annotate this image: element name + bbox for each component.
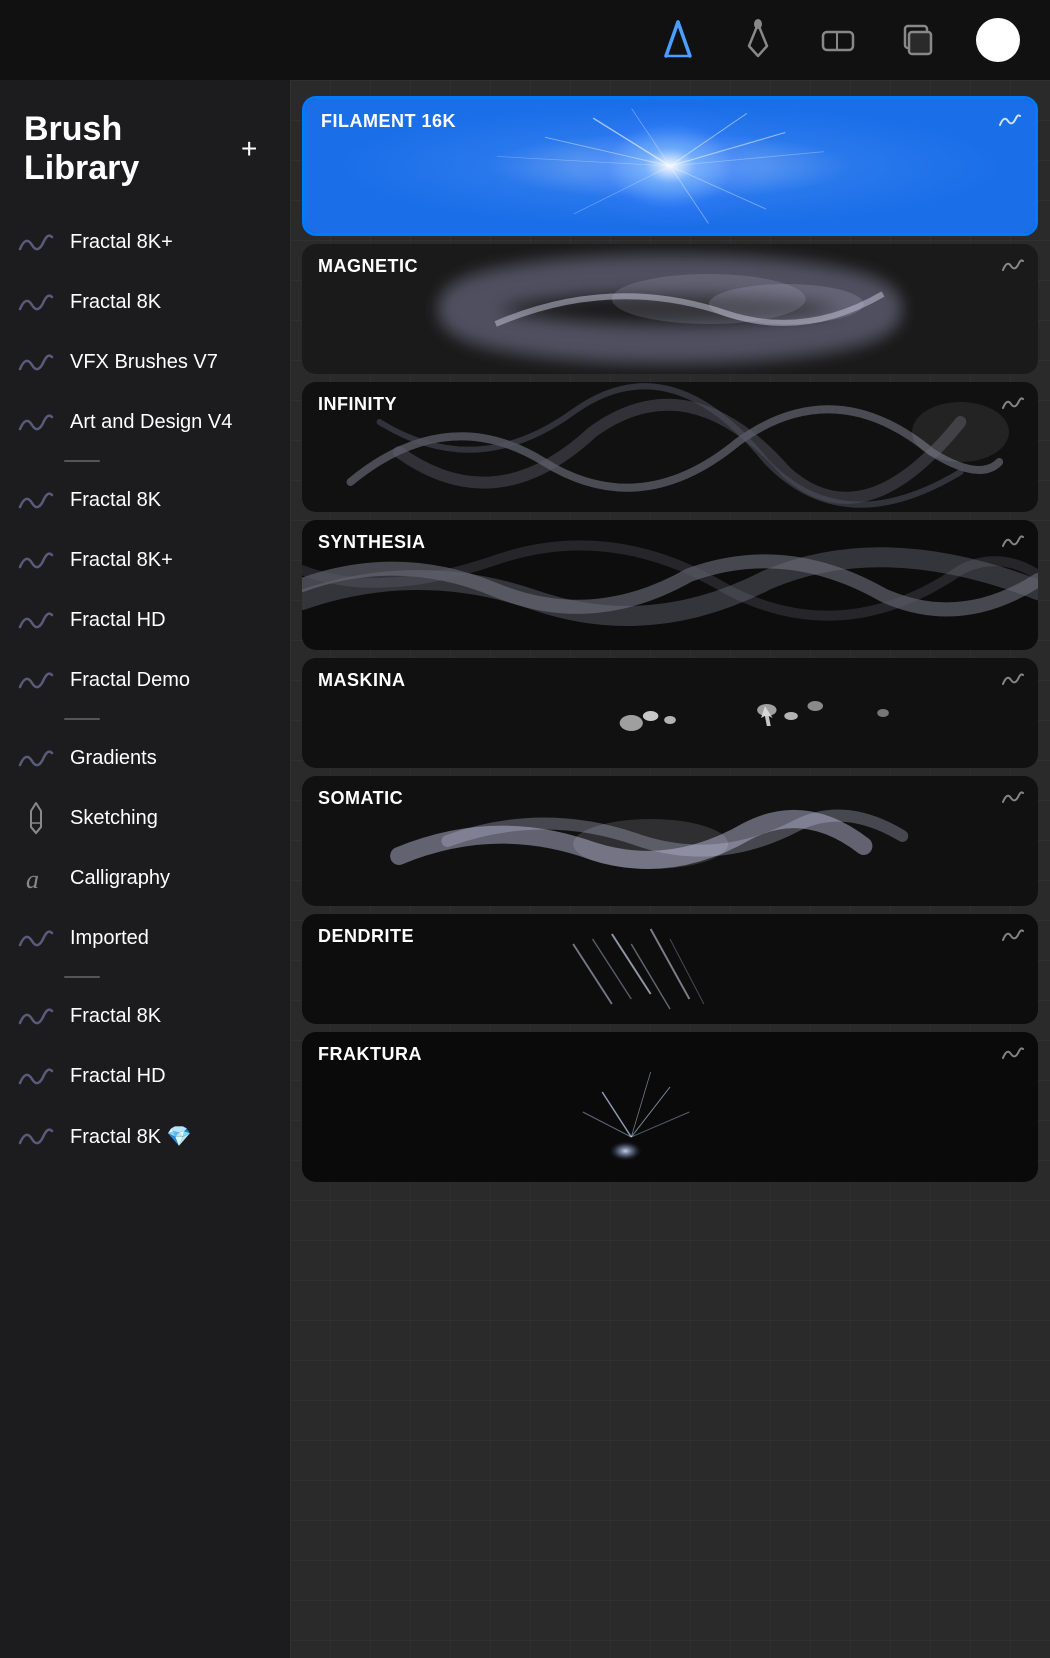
brush-card-icon (1002, 926, 1024, 949)
pencil-tool-icon[interactable] (656, 18, 700, 62)
divider-section-1 (0, 452, 290, 470)
sidebar: Brush Library + Fractal 8K+ Fractal 8K (0, 80, 290, 1658)
sidebar-label: Fractal 8K 💎 (70, 1124, 192, 1149)
brush-wave-icon (16, 480, 56, 520)
toolbar (0, 0, 1050, 80)
sidebar-item-fractal8kplus-2[interactable]: Fractal 8K+ (0, 530, 290, 590)
page-title: Brush Library (24, 110, 232, 188)
sidebar-item-gradients[interactable]: Gradients (0, 728, 290, 788)
eraser-tool-icon[interactable] (816, 18, 860, 62)
brush-name: SYNTHESIA (318, 532, 426, 553)
sidebar-item-fractal-demo[interactable]: Fractal Demo (0, 650, 290, 710)
sidebar-label: Imported (70, 927, 149, 950)
brush-name: INFINITY (318, 394, 397, 415)
divider-section-2 (0, 710, 290, 728)
svg-text:a: a (26, 865, 39, 894)
sidebar-label: Art and Design V4 (70, 411, 232, 434)
sidebar-item-fractal8k-1[interactable]: Fractal 8K (0, 272, 290, 332)
brush-card-synthesia[interactable]: SYNTHESIA (302, 520, 1038, 650)
sidebar-label: Sketching (70, 807, 158, 830)
dash-divider (64, 718, 100, 720)
sidebar-item-fractal-hd-2[interactable]: Fractal HD (0, 1046, 290, 1106)
sidebar-label: Fractal 8K (70, 489, 161, 512)
brush-name: DENDRITE (318, 926, 414, 947)
brush-wave-icon (16, 342, 56, 382)
brush-card-icon (1002, 394, 1024, 417)
brush-panel: FILAMENT 16K MAGNETIC (290, 80, 1050, 1658)
content-area: Brush Library + Fractal 8K+ Fractal 8K (0, 80, 1050, 1658)
brush-name: FILAMENT 16K (321, 111, 456, 132)
pen-tool-icon[interactable] (736, 18, 780, 62)
dash-divider (64, 460, 100, 462)
brush-wave-icon (16, 1116, 56, 1156)
brush-wave-icon (16, 738, 56, 778)
italic-a-icon: a (16, 858, 56, 898)
sidebar-label: Fractal HD (70, 1065, 166, 1088)
dash-divider (64, 976, 100, 978)
brush-card-icon (1002, 532, 1024, 555)
sidebar-item-fractal8k-2[interactable]: Fractal 8K (0, 470, 290, 530)
brush-card-icon (1002, 788, 1024, 811)
brush-wave-icon (16, 1056, 56, 1096)
pencil-tip-icon (16, 798, 56, 838)
brush-wave-icon (16, 222, 56, 262)
sidebar-label: Calligraphy (70, 867, 170, 890)
brush-name: MASKINA (318, 670, 406, 691)
sidebar-label: Fractal 8K (70, 291, 161, 314)
color-swatch[interactable] (976, 18, 1020, 62)
sidebar-item-fractal8k-3[interactable]: Fractal 8K (0, 986, 290, 1046)
sidebar-label: Fractal HD (70, 609, 166, 632)
sidebar-label: Fractal 8K+ (70, 231, 173, 254)
brush-wave-icon (16, 540, 56, 580)
brush-card-icon (1002, 256, 1024, 279)
sidebar-item-fractal8k-gem[interactable]: Fractal 8K 💎 (0, 1106, 290, 1166)
sidebar-item-sketching[interactable]: Sketching (0, 788, 290, 848)
sidebar-label: Fractal 8K+ (70, 549, 173, 572)
sidebar-item-fractal8kplus-1[interactable]: Fractal 8K+ (0, 212, 290, 272)
sidebar-item-fractal-hd[interactable]: Fractal HD (0, 590, 290, 650)
layers-tool-icon[interactable] (896, 18, 940, 62)
brush-card-dendrite[interactable]: DENDRITE (302, 914, 1038, 1024)
brush-name: FRAKTURA (318, 1044, 422, 1065)
brush-wave-icon (16, 660, 56, 700)
brush-name: SOMATIC (318, 788, 403, 809)
brush-wave-icon (16, 918, 56, 958)
brush-wave-icon (16, 996, 56, 1036)
brush-wave-icon (16, 402, 56, 442)
brush-card-fraktura[interactable]: FRAKTURA (302, 1032, 1038, 1182)
sidebar-label: Fractal Demo (70, 669, 190, 692)
brush-name: MAGNETIC (318, 256, 418, 277)
brush-library-header: Brush Library + (0, 90, 290, 212)
sidebar-item-imported[interactable]: Imported (0, 908, 290, 968)
sidebar-label: VFX Brushes V7 (70, 351, 218, 374)
sidebar-item-art-design[interactable]: Art and Design V4 (0, 392, 290, 452)
brush-card-icon (1002, 1044, 1024, 1067)
brush-card-infinity[interactable]: INFINITY (302, 382, 1038, 512)
sidebar-item-vfx-brushes[interactable]: VFX Brushes V7 (0, 332, 290, 392)
brush-wave-icon (16, 600, 56, 640)
divider-section-3 (0, 968, 290, 986)
brush-card-icon (1002, 670, 1024, 693)
add-button[interactable]: + (232, 131, 266, 167)
sidebar-item-calligraphy[interactable]: a Calligraphy (0, 848, 290, 908)
brush-card-icon (999, 111, 1021, 134)
brush-card-filament[interactable]: FILAMENT 16K (302, 96, 1038, 236)
brush-wave-icon (16, 282, 56, 322)
brush-card-maskina[interactable]: MASKINA (302, 658, 1038, 768)
sidebar-label: Gradients (70, 747, 157, 770)
brush-card-magnetic[interactable]: MAGNETIC (302, 244, 1038, 374)
sidebar-label: Fractal 8K (70, 1005, 161, 1028)
brush-card-somatic[interactable]: SOMATIC (302, 776, 1038, 906)
